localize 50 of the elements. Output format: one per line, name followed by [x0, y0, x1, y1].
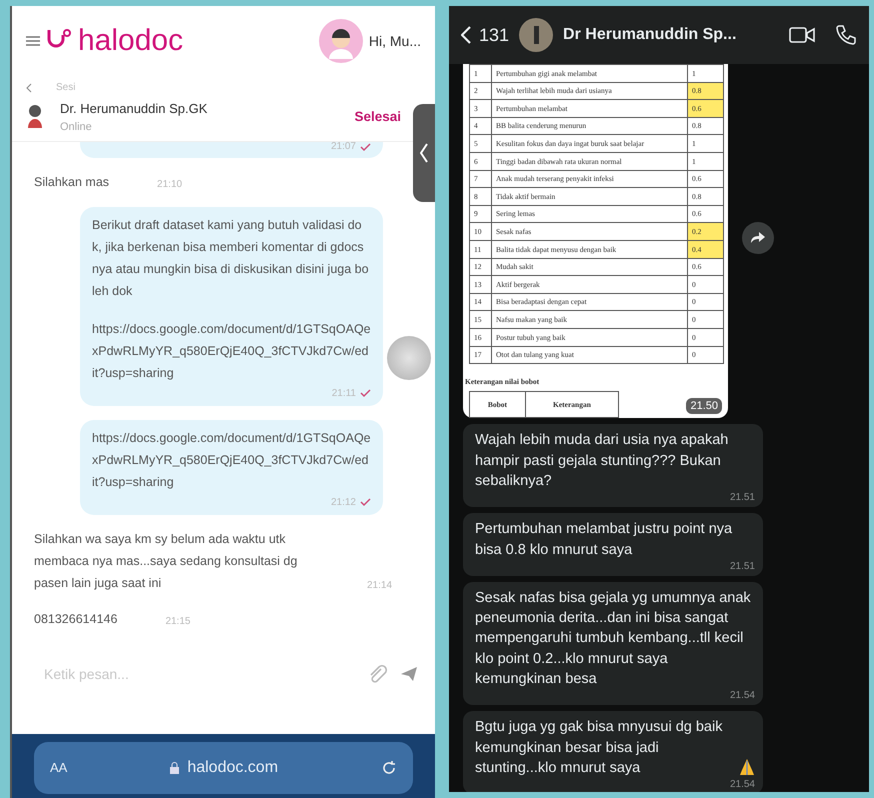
message-time: 21.51 — [728, 560, 755, 574]
back-button[interactable]: 131 — [461, 22, 510, 48]
message-time: 21:10 — [157, 178, 182, 192]
message-time: 21:14 — [367, 579, 392, 594]
back-icon[interactable] — [26, 82, 32, 92]
contact-name[interactable]: Dr Herumanuddin Sp... — [563, 23, 779, 47]
read-check-icon — [360, 142, 371, 152]
message-text: Silahkan wa saya km sy belum ada waktu utk membaca nya mas...saya sedang konsultasi dg pasen lain juga saat ini — [34, 531, 298, 592]
document-image[interactable] — [463, 64, 728, 418]
contact-avatar-icon[interactable] — [519, 18, 554, 52]
chevron-left-icon — [461, 26, 471, 44]
forward-arrow-icon — [751, 232, 765, 244]
online-status: Online — [60, 120, 93, 134]
message-time: 21.54 — [728, 689, 755, 704]
reload-icon[interactable] — [381, 760, 397, 776]
message-time: 21.50 — [686, 398, 722, 414]
message-text: 081326614146 — [34, 610, 118, 628]
message-text: https://docs.google.com/document/d/1GTSqOAQexPdwRLMyYR_q580ErQjE40Q_3fCTVJkd7Cw/edit?usp=sharing — [92, 430, 371, 491]
chevron-left-icon — [420, 143, 428, 163]
finish-button[interactable]: Selesai — [354, 106, 401, 128]
message-text: Bgtu juga yg gak bisa mnyusui dg baik kemungkinan besar bisa jadi stunting...klo mnurut saya — [475, 718, 724, 778]
message-text: Wajah lebih muda dari usia nya apakah hampir pasti gejala stunting??? Bukan sebaliknya? — [475, 431, 730, 491]
message-text: Silahkan mas — [34, 174, 110, 190]
greeting-text: Hi, Mu... — [368, 32, 421, 50]
read-check-icon — [360, 388, 371, 398]
menu-icon[interactable] — [26, 35, 40, 47]
video-call-icon[interactable] — [789, 26, 815, 44]
lock-icon — [170, 762, 180, 774]
url-text: halodoc.com — [187, 758, 278, 778]
phone-call-icon[interactable] — [835, 24, 857, 46]
message-time: 21:12 — [330, 496, 356, 510]
message-time: 21:11 — [332, 386, 356, 400]
read-check-icon — [360, 497, 371, 508]
message-time: 21.54 — [728, 778, 755, 792]
message-text: Sesak nafas bisa gejala yg umumnya anak peneumonia derita...dan ini bisa sangat mempengaruhi tumbuh kembang...tll kecil klo point 0.2...klo mnurut saya kemungkinan besa — [475, 588, 752, 690]
side-panel-tab[interactable] — [413, 104, 435, 202]
message-text: Pertumbuhan melambat justru point nya bisa 0.8 klo mnurut saya — [475, 520, 734, 560]
message-time: 21:07 — [330, 142, 356, 154]
send-icon[interactable] — [401, 667, 417, 681]
message-time: 21.51 — [728, 491, 755, 506]
forward-button[interactable] — [742, 222, 774, 254]
doctor-avatar-icon — [26, 104, 44, 130]
avatar-icon[interactable] — [318, 19, 363, 63]
text-size-button[interactable]: AA — [50, 758, 68, 778]
message-link[interactable]: https://docs.google.com/document/d/1GTSqOAQexPdwRLMyYR_q580ErQjE40Q_3fCTVJkd7Cw/edit?usp=sharing — [92, 318, 371, 384]
message-time: 21:15 — [165, 615, 190, 630]
brand-logo-text: halodoc — [78, 26, 184, 56]
address-bar[interactable]: AA halodoc.com — [34, 742, 413, 794]
message-text: Berikut draft dataset kami yang butuh validasi dok, jika berkenan bisa memberi komentar di gdocs nya atau mungkin bisa di diskusikan disini juga boleh dok — [92, 217, 370, 300]
doctor-name: Dr. Herumanuddin Sp.GK — [60, 100, 208, 118]
